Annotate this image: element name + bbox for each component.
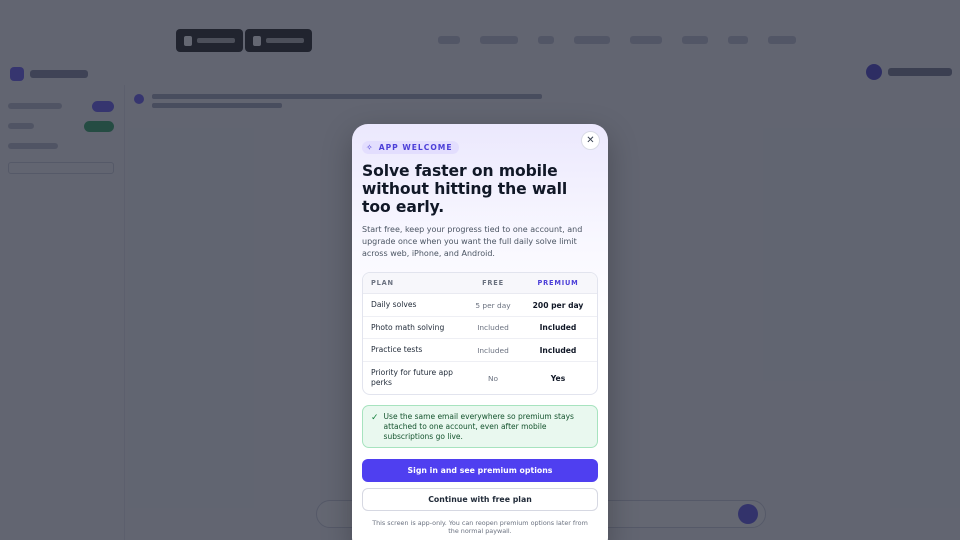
app-welcome-badge: ✧ APP WELCOME <box>362 141 459 154</box>
account-note-text: Use the same email everywhere so premium… <box>383 412 574 441</box>
free-cell: Included <box>477 345 509 355</box>
app-welcome-modal: ✕ ✧ APP WELCOME Solve faster on mobile w… <box>352 124 608 540</box>
modal-description: Start free, keep your progress tied to o… <box>362 225 583 258</box>
sign-in-premium-button[interactable]: Sign in and see premium options <box>362 459 598 482</box>
table-row: Photo math solving Included Included <box>363 317 597 339</box>
feature-cell: Practice tests <box>371 345 423 354</box>
free-cell: Included <box>477 323 509 332</box>
free-cell: 5 per day <box>475 300 511 310</box>
feature-cell: Daily solves <box>371 300 417 309</box>
header-free: FREE <box>482 279 504 287</box>
header-premium: PREMIUM <box>537 279 579 287</box>
premium-cell: Yes <box>550 373 566 383</box>
table-header: PLAN FREE PREMIUM <box>363 273 597 294</box>
footer-note: This screen is app-only. You can reopen … <box>372 519 588 535</box>
check-icon: ✓ <box>371 413 379 423</box>
table-row: Priority for future app perks No Yes <box>363 362 597 394</box>
account-note: ✓ Use the same email everywhere so premi… <box>362 405 598 448</box>
continue-free-button[interactable]: Continue with free plan <box>362 488 598 511</box>
header-plan: PLAN <box>371 279 394 287</box>
premium-cell: 200 per day <box>532 300 584 310</box>
modal-title: Solve faster on mobile without hitting t… <box>362 162 568 216</box>
feature-cell: Photo math solving <box>371 322 445 332</box>
premium-cell: Included <box>539 345 577 355</box>
close-icon[interactable]: ✕ <box>581 131 600 150</box>
table-row: Practice tests Included Included <box>363 339 597 362</box>
badge-label: APP WELCOME <box>378 143 453 152</box>
table-row: Daily solves 5 per day 200 per day <box>363 294 597 317</box>
sparkle-icon: ✧ <box>366 143 374 152</box>
free-cell: No <box>487 373 499 383</box>
premium-cell: Included <box>539 323 577 332</box>
feature-cell: Priority for future app perks <box>371 368 453 387</box>
plan-comparison-table: PLAN FREE PREMIUM Daily solves 5 per day… <box>362 272 598 395</box>
